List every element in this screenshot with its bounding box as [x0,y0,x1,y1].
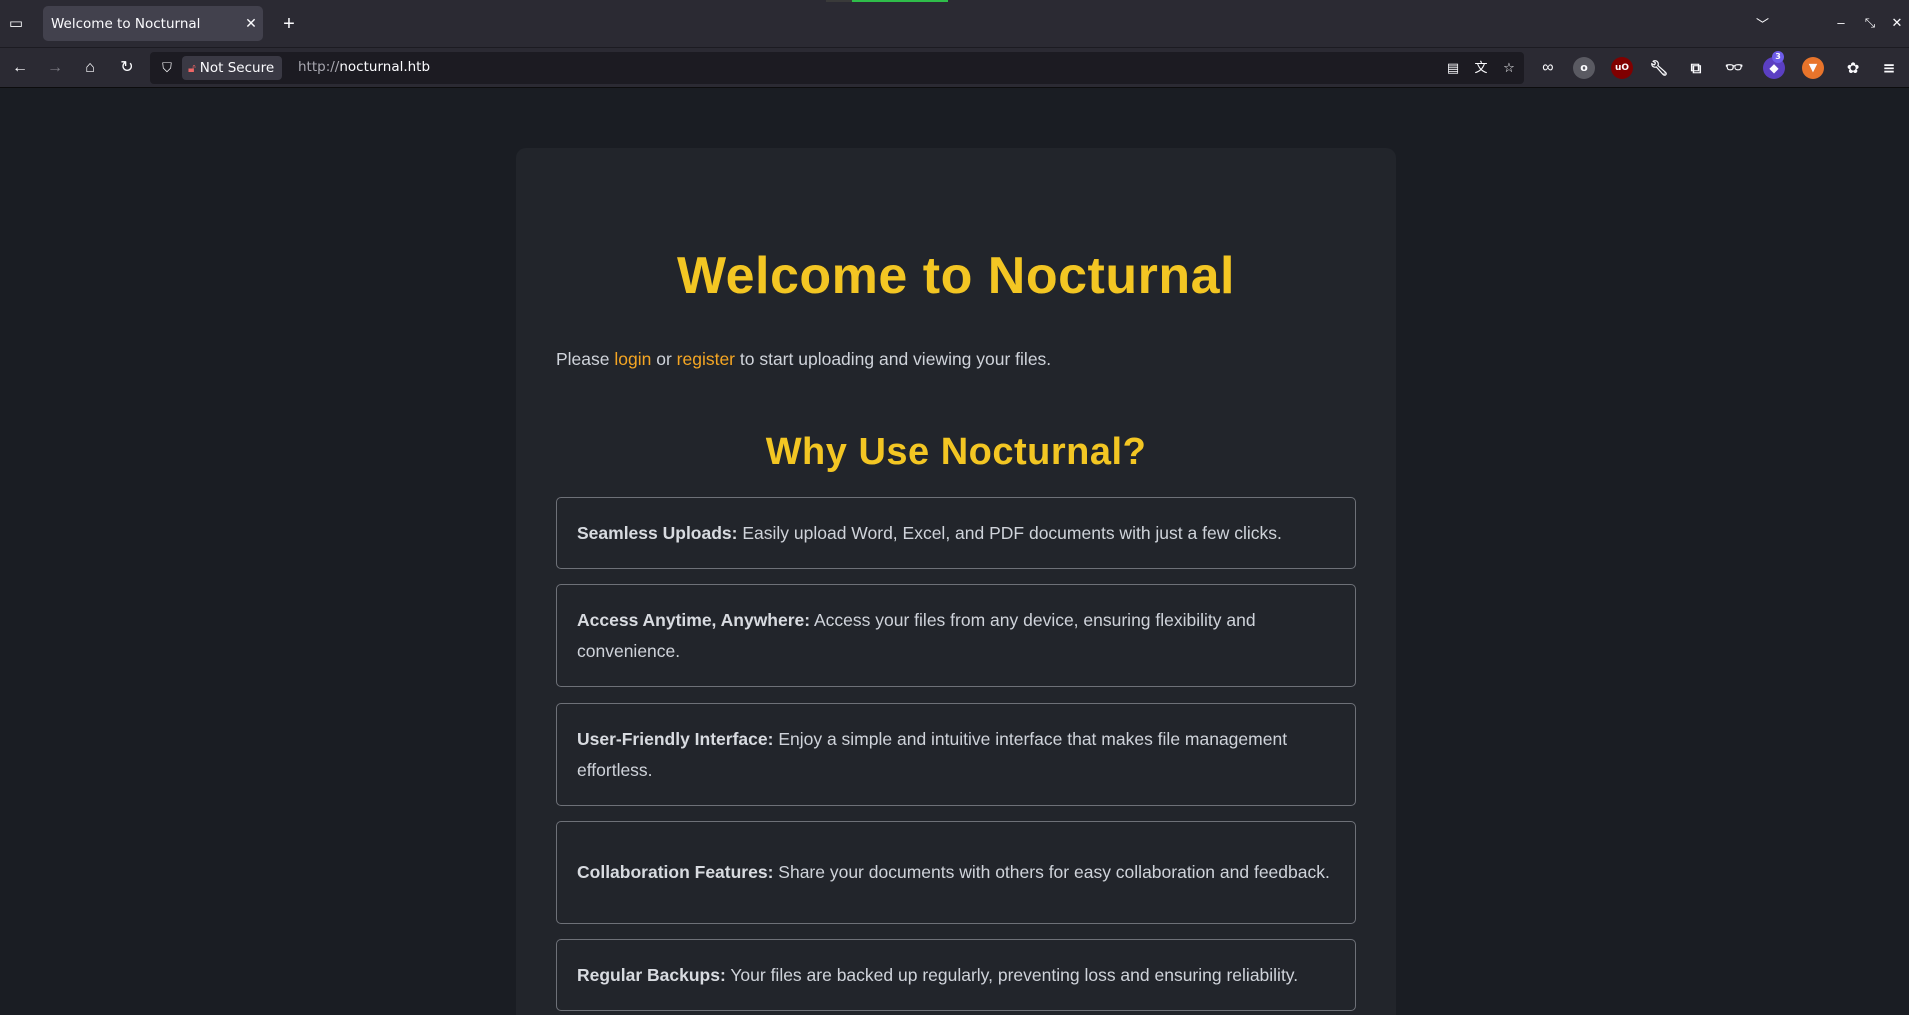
login-link[interactable]: login [614,349,651,369]
content-card: Welcome to Nocturnal Please login or reg… [516,148,1396,1015]
insecure-lock-icon: 🔓︎ [188,60,196,75]
active-tab[interactable]: Welcome to Nocturnal ✕ [43,6,263,41]
register-link[interactable]: register [677,349,735,369]
feature-item-seamless-uploads: Seamless Uploads: Easily upload Word, Ex… [556,497,1356,569]
feature-label: Regular Backups: [577,964,726,985]
reload-icon[interactable]: ↻ [113,54,141,82]
address-bar[interactable]: ⛉ 🔓︎ Not Secure http://nocturnal.htb ▤ 文… [150,52,1524,84]
forward-arrow-icon[interactable]: → [41,54,69,82]
tracking-shield-icon[interactable]: ⛉ [158,59,176,77]
feature-item-regular-backups: Regular Backups: Your files are backed u… [556,939,1356,1011]
feature-label: Access Anytime, Anywhere: [577,609,811,630]
tab-bar: ▭ Welcome to Nocturnal ✕ + ﹀ – ⤡ ✕ [0,0,1909,48]
feature-item-access-anytime: Access Anytime, Anywhere: Access your fi… [556,584,1356,687]
wrench-icon[interactable]: 🔧︎ [1648,57,1670,79]
feature-label: Collaboration Features: [577,862,774,882]
translate-icon[interactable]: 文 [1472,59,1490,77]
reader-view-icon[interactable]: ▤ [1444,59,1462,77]
section-title: Why Use Nocturnal? [765,431,1147,473]
url-text[interactable]: http://nocturnal.htb [298,59,430,75]
puzzle-extensions-icon[interactable]: ⧉ [1685,57,1707,79]
close-tab-icon[interactable]: ✕ [239,15,263,32]
back-arrow-icon[interactable]: ← [6,54,34,82]
restore-icon[interactable]: ⤡ [1859,12,1881,34]
feature-item-collaboration: Collaboration Features: Share your docum… [556,821,1356,924]
tab-title: Welcome to Nocturnal [51,15,201,32]
feature-label: Seamless Uploads: [577,522,738,543]
new-tab-button[interactable]: + [276,10,302,38]
ublock-shield-icon[interactable]: uO [1611,57,1633,79]
feature-item-user-friendly: User-Friendly Interface: Enjoy a simple … [556,703,1356,806]
intro-after: to start uploading and viewing your file… [735,349,1052,369]
glasses-extension-icon[interactable]: 👓︎ [1723,57,1745,79]
home-icon[interactable]: ⌂ [76,54,104,82]
feature-text: Your files are backed up regularly, prev… [725,964,1299,985]
feature-label: User-Friendly Interface: [577,728,774,749]
activity-indicator-active [852,0,948,2]
page-title: Welcome to Nocturnal [676,247,1235,305]
site-security-button[interactable]: 🔓︎ Not Secure [182,56,283,80]
tab-manager-icon[interactable]: ▭ [7,15,25,33]
page-viewport: Welcome to Nocturnal Please login or reg… [0,88,1909,1015]
intro-before: Please [556,349,615,369]
circle-o-extension-icon[interactable]: o [1573,57,1595,79]
feature-text: Share your documents with others for eas… [773,862,1330,882]
cookie-extension-icon[interactable]: ✿ [1842,57,1864,79]
close-window-icon[interactable]: ✕ [1886,12,1908,34]
bookmark-star-icon[interactable]: ☆ [1500,59,1518,77]
minimize-icon[interactable]: – [1830,12,1852,34]
overflow-menu-icon[interactable]: ≡ [1878,57,1900,79]
fox-extension-icon[interactable]: ▼ [1802,57,1824,79]
intro-middle: or [651,349,677,369]
chevron-down-icon[interactable]: ﹀ [1756,14,1769,33]
infinity-extension-icon[interactable]: ∞ [1534,54,1562,82]
security-label: Not Secure [199,60,275,76]
extension-badge: 3 [1772,51,1784,63]
url-scheme: http:// [298,59,340,75]
intro-text: Please login or register to start upload… [556,349,1051,370]
feature-text: Easily upload Word, Excel, and PDF docum… [737,522,1282,543]
url-host: nocturnal.htb [339,59,431,75]
